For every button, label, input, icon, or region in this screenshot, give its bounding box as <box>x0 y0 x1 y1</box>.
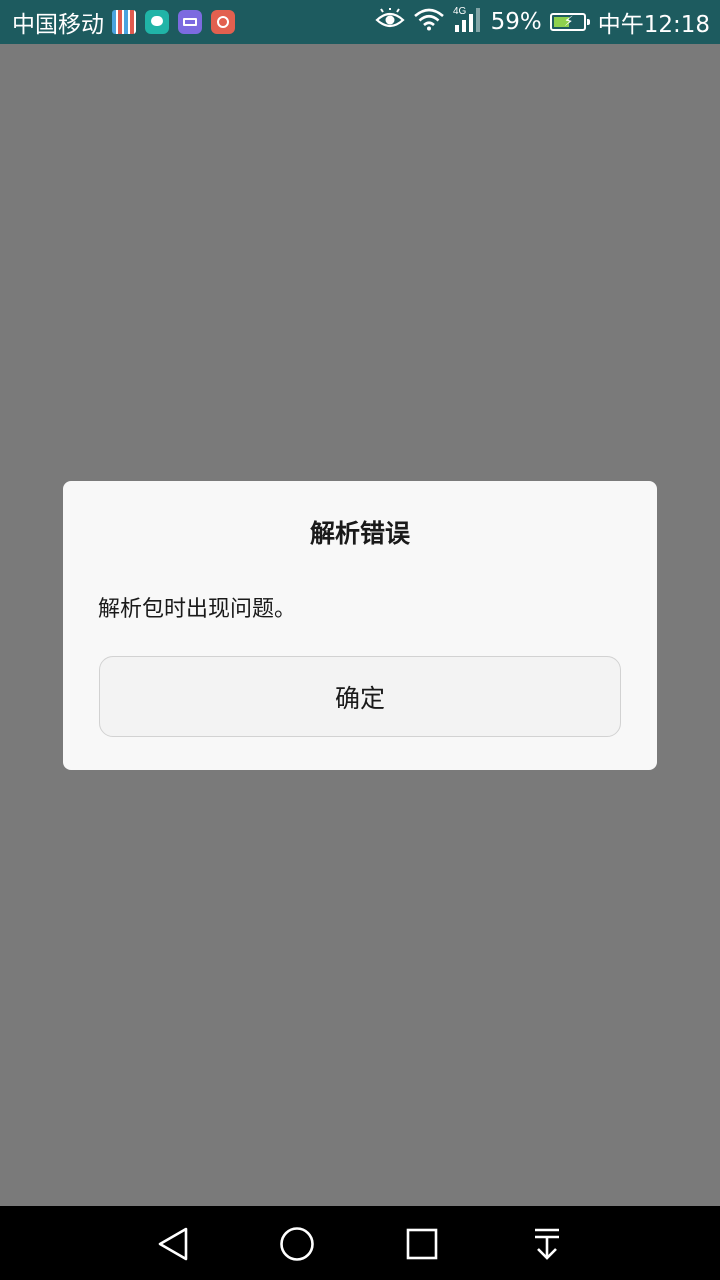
back-icon[interactable] <box>153 1224 193 1264</box>
carrier-label: 中国移动 <box>12 12 104 38</box>
notification-pull-icon[interactable] <box>527 1224 567 1264</box>
navigation-bar <box>0 1206 720 1280</box>
battery-percent: 59% <box>490 9 542 35</box>
battery-icon: ⚡ <box>549 13 590 31</box>
signal-icon: 4G <box>453 5 483 39</box>
chat-icon <box>145 10 169 34</box>
status-bar: 中国移动 4G 59% ⚡ 中午12:18 <box>0 0 720 44</box>
status-right: 4G 59% ⚡ 中午12:18 <box>374 5 710 39</box>
charging-bolt-icon: ⚡ <box>563 14 574 30</box>
screen: 中国移动 4G 59% ⚡ 中午12:18 解析错误 解析包时出现问题。 确定 <box>0 0 720 1280</box>
eye-comfort-icon <box>374 7 405 36</box>
confirm-button[interactable]: 确定 <box>99 656 621 737</box>
qr-app-icon <box>112 10 136 34</box>
app-icon <box>211 10 235 34</box>
wifi-icon <box>413 7 445 37</box>
recents-icon[interactable] <box>402 1224 442 1264</box>
keyboard-icon <box>178 10 202 34</box>
dialog-message: 解析包时出现问题。 <box>98 597 297 622</box>
dialog-title: 解析错误 <box>309 519 410 548</box>
network-type-label: 4G <box>453 6 467 17</box>
clock: 中午12:18 <box>597 12 710 38</box>
status-left: 中国移动 <box>12 5 244 39</box>
home-icon[interactable] <box>277 1224 317 1264</box>
